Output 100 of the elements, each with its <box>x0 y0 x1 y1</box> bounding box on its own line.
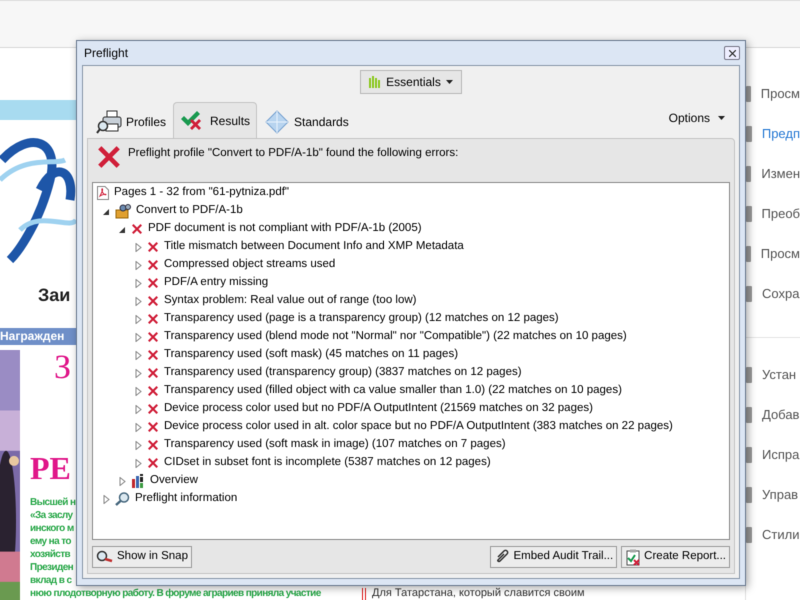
tree-item[interactable]: Transparency used (page is a transparency group) (12 matches on 12 pages) <box>164 310 559 328</box>
expand-arrow-icon[interactable] <box>135 404 142 414</box>
tab[interactable]: Standards <box>257 106 356 138</box>
article-line: нюю плодотворную работу. В форуме аграриев приняла участие <box>30 587 321 600</box>
tool-item[interactable]: Предп <box>762 124 800 144</box>
section-band: Награжден <box>0 328 76 345</box>
article-line: Президен <box>30 561 74 574</box>
tool-icon <box>746 246 751 262</box>
headline-text: РЕ <box>30 449 71 488</box>
tool-icon <box>746 527 752 543</box>
tool-item[interactable]: Управ <box>762 485 798 505</box>
expand-arrow-icon[interactable] <box>119 476 126 486</box>
error-icon <box>96 144 122 170</box>
error-icon <box>147 403 159 415</box>
expand-arrow-icon[interactable] <box>135 458 142 468</box>
window-title: Preflight <box>84 45 128 62</box>
tree-item[interactable]: Compressed object streams used <box>164 256 336 274</box>
tree-item[interactable]: Transparency used (filled object with ca value smaller than 1.0) (22 matches on 10 pages) <box>164 382 622 400</box>
magnifier-icon <box>115 492 130 506</box>
caret-icon <box>718 116 725 120</box>
tree-item[interactable]: Convert to PDF/A-1b <box>136 202 243 220</box>
expand-arrow-icon[interactable] <box>135 278 142 288</box>
tool-item[interactable]: Испра <box>762 445 800 465</box>
action-button[interactable]: Create Report... <box>621 546 730 568</box>
tree-item[interactable]: PDF document is not compliant with PDF/A-1b (2005) <box>148 220 422 238</box>
error-icon <box>147 331 159 343</box>
headline-letter: З <box>54 350 72 386</box>
tree-item[interactable]: Syntax problem: Real value out of range (too low) <box>164 292 416 310</box>
expand-arrow-icon[interactable] <box>135 350 142 360</box>
error-icon <box>147 259 159 271</box>
article-line: хозяйств <box>30 548 70 561</box>
expand-arrow-icon[interactable] <box>135 386 142 396</box>
expand-arrow-icon[interactable] <box>135 242 142 252</box>
tree-item[interactable]: Preflight information <box>135 490 238 508</box>
article-line: Высшей н <box>30 496 76 509</box>
tool-icon <box>746 447 752 463</box>
expand-arrow-icon[interactable] <box>135 368 142 378</box>
expand-arrow-icon[interactable] <box>135 314 142 324</box>
article-line: «За заслу <box>30 509 73 522</box>
tool-icon <box>746 206 752 222</box>
printer-magnifier-icon <box>96 110 122 134</box>
tree-item[interactable]: Device process color used but no PDF/A OutputIntent (21569 matches on 32 pages) <box>164 400 593 418</box>
error-icon <box>147 385 159 397</box>
tab[interactable]: Profiles <box>89 106 174 138</box>
tool-icon <box>746 487 752 503</box>
diamond-icon <box>264 110 290 134</box>
mode-dropdown[interactable]: Essentials <box>360 70 462 94</box>
tree-item[interactable]: PDF/A entry missing <box>164 274 268 292</box>
article-line: ему на то <box>30 535 71 548</box>
expand-arrow-icon[interactable] <box>135 440 142 450</box>
paperclip-icon <box>494 549 510 565</box>
error-icon <box>147 439 159 451</box>
tree-item[interactable]: Transparency used (soft mask in image) (107 matches on 7 pages) <box>164 436 506 454</box>
error-icon <box>147 421 159 433</box>
pdf-file-icon <box>97 186 109 200</box>
action-button[interactable]: Show in Snap <box>92 546 192 568</box>
tool-item[interactable]: Преоб <box>762 204 800 224</box>
expand-arrow-icon[interactable] <box>135 332 142 342</box>
close-button[interactable] <box>724 46 740 60</box>
tree-item[interactable]: CIDset in subset font is incomplete (5387 matches on 12 pages) <box>164 454 491 472</box>
tree-item[interactable]: Title mismatch between Document Info and XMP Metadata <box>164 238 464 256</box>
error-icon <box>147 277 159 289</box>
tool-item[interactable]: Просм <box>760 244 800 264</box>
tree-item[interactable]: Transparency used (transparency group) (3837 matches on 12 pages) <box>164 364 522 382</box>
collapse-arrow-icon[interactable] <box>119 224 126 234</box>
error-icon <box>147 367 159 379</box>
error-icon <box>147 313 159 325</box>
tool-icon <box>746 367 752 383</box>
collapse-arrow-icon[interactable] <box>103 206 110 216</box>
tool-icon <box>746 126 752 142</box>
tool-item[interactable]: Просм <box>760 84 800 104</box>
error-icon <box>131 223 143 235</box>
tree-item[interactable]: Pages 1 - 32 from "61-pytniza.pdf" <box>114 184 290 202</box>
expand-arrow-icon[interactable] <box>135 422 142 432</box>
tool-item[interactable]: Стили <box>762 525 800 545</box>
tool-item[interactable]: Устан <box>762 365 796 385</box>
expand-arrow-icon[interactable] <box>103 494 110 504</box>
options-menu[interactable]: Options <box>668 109 725 127</box>
tree-item[interactable]: Transparency used (soft mask) (45 matches on 11 pages) <box>164 346 458 364</box>
tool-item[interactable]: Добав <box>762 405 800 425</box>
caret-icon <box>446 80 453 84</box>
expand-arrow-icon[interactable] <box>135 260 142 270</box>
tool-item[interactable]: Измен <box>761 164 800 184</box>
error-icon <box>147 241 159 253</box>
expand-arrow-icon[interactable] <box>135 296 142 306</box>
tool-icon <box>746 86 751 102</box>
tool-item[interactable]: Сохра <box>762 284 800 304</box>
action-button[interactable]: Embed Audit Trail... <box>490 546 618 568</box>
tree-item[interactable]: Device process color used in alt. color space but no PDF/A OutputIntent (383 matches on 22 pages) <box>164 418 673 436</box>
tree-item[interactable]: Transparency used (blend mode not "Normal" nor "Compatible") (22 matches on 10 pages) <box>164 328 627 346</box>
tab[interactable]: Results <box>173 102 258 138</box>
error-icon <box>147 349 159 361</box>
result-message: Preflight profile "Convert to PDF/A-1b" found the following errors: <box>128 146 458 161</box>
heading-text: Заи <box>38 286 70 304</box>
error-icon <box>147 457 159 469</box>
tool-icon <box>746 166 752 182</box>
tool-icon <box>746 286 752 302</box>
tree-item[interactable]: Overview <box>150 472 198 490</box>
clipboard-check-icon <box>625 548 642 566</box>
article-line: инского м <box>30 522 74 535</box>
